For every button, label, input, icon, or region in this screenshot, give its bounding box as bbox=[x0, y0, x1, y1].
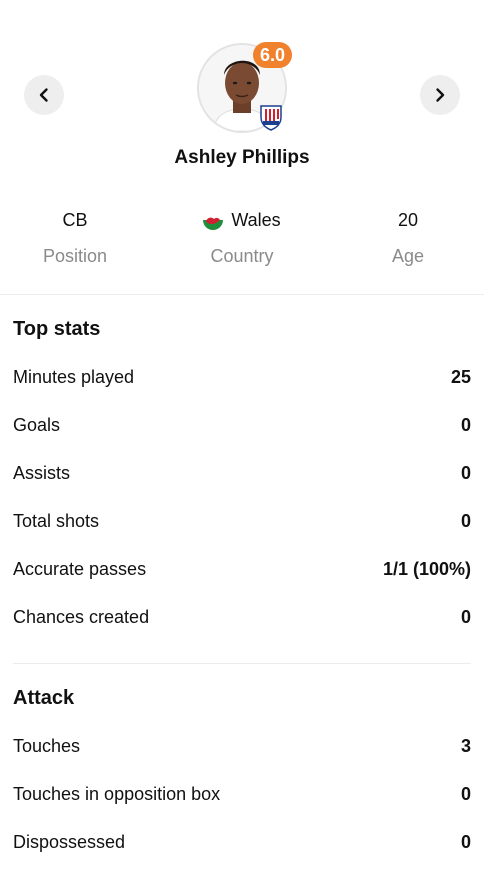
player-card: 6.0 Ashley Phillips CB Position Wales Co… bbox=[0, 0, 484, 882]
stat-row-touches: Touches 3 bbox=[13, 722, 471, 770]
previous-player-button[interactable] bbox=[24, 75, 64, 115]
stat-label: Chances created bbox=[13, 606, 150, 627]
stat-row-accurate-passes: Accurate passes 1/1 (100%) bbox=[13, 545, 471, 593]
player-name: Ashley Phillips bbox=[174, 147, 310, 168]
stat-label: Goals bbox=[13, 414, 61, 435]
stat-label: Touches bbox=[13, 735, 81, 756]
stat-row-touches-in-opposition-box: Touches in opposition box 0 bbox=[13, 770, 471, 818]
info-position: CB Position bbox=[0, 206, 155, 270]
stat-row-goals: Goals 0 bbox=[13, 401, 471, 449]
stat-value: 0 bbox=[460, 606, 471, 627]
stat-value: 3 bbox=[460, 735, 471, 756]
stat-value: 25 bbox=[450, 366, 471, 387]
country-value: Wales bbox=[231, 210, 281, 230]
stat-label: Touches in opposition box bbox=[13, 783, 221, 804]
age-value: 20 bbox=[397, 210, 419, 230]
attack-section: Attack Touches 3 Touches in opposition b… bbox=[13, 682, 471, 866]
country-label: Country bbox=[210, 246, 274, 266]
stat-row-chances-created: Chances created 0 bbox=[13, 593, 471, 641]
position-label: Position bbox=[42, 246, 108, 266]
stat-label: Assists bbox=[13, 462, 71, 483]
wales-flag-icon bbox=[203, 210, 224, 230]
stat-row-assists: Assists 0 bbox=[13, 449, 471, 497]
next-player-button[interactable] bbox=[420, 75, 460, 115]
stat-row-minutes-played: Minutes played 25 bbox=[13, 353, 471, 401]
player-avatar-container: 6.0 bbox=[197, 42, 293, 133]
section-divider bbox=[13, 663, 471, 664]
section-title-attack: Attack bbox=[13, 687, 75, 709]
stat-row-dispossessed: Dispossessed 0 bbox=[13, 818, 471, 866]
info-age: 20 Age bbox=[328, 206, 484, 270]
stat-value: 0 bbox=[460, 462, 471, 483]
chevron-left-icon bbox=[39, 88, 48, 102]
position-value: CB bbox=[62, 210, 88, 230]
header-divider bbox=[0, 294, 484, 295]
chevron-right-icon bbox=[436, 88, 445, 102]
stat-value: 1/1 (100%) bbox=[382, 558, 471, 579]
stat-label: Total shots bbox=[13, 510, 100, 531]
rating-badge: 6.0 bbox=[253, 42, 293, 68]
info-country: Wales Country bbox=[162, 206, 322, 270]
stat-value: 0 bbox=[460, 414, 471, 435]
top-stats-section: Top stats Minutes played 25 Goals 0 Assi… bbox=[13, 313, 471, 641]
section-title-top-stats: Top stats bbox=[13, 318, 101, 340]
age-label: Age bbox=[391, 246, 425, 266]
stat-label: Accurate passes bbox=[13, 558, 147, 579]
stoke-city-badge-icon bbox=[260, 105, 282, 131]
stat-value: 0 bbox=[460, 510, 471, 531]
stat-value: 0 bbox=[460, 831, 471, 852]
stat-label: Dispossessed bbox=[13, 831, 126, 852]
stat-value: 0 bbox=[460, 783, 471, 804]
stat-label: Minutes played bbox=[13, 366, 135, 387]
stat-row-total-shots: Total shots 0 bbox=[13, 497, 471, 545]
